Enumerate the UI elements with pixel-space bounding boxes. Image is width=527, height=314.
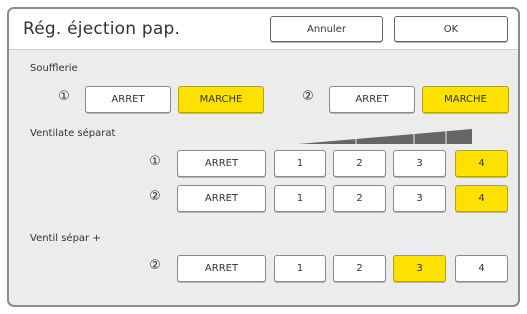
ventilate-row2-level-1-button[interactable]: 1 [274,185,326,212]
ventilate-row1-level-3-button[interactable]: 3 [393,150,446,177]
soufflerie-unit1-off-button[interactable]: ARRET [85,86,171,113]
ventilate-row2-level-2-button[interactable]: 2 [333,185,386,212]
ventil-plus-level-2-button[interactable]: 2 [333,255,386,282]
ventilate-row2-level-4-button[interactable]: 4 [455,185,508,212]
soufflerie-label: Soufflerie [30,63,78,74]
ventil-plus-off-button[interactable]: ARRET [177,255,266,282]
dialog-title: Rég. éjection pap. [23,19,181,39]
ventilate-row1-level-2-button[interactable]: 2 [333,150,386,177]
soufflerie-unit1-on-button[interactable]: MARCHE [178,86,264,113]
ventilate-row1-level-1-button[interactable]: 1 [274,150,326,177]
soufflerie-unit1-marker: ① [58,89,70,104]
ventil-plus-row-marker: ② [149,258,161,273]
ventil-plus-level-4-button[interactable]: 4 [455,255,508,282]
ventilate-row2-marker: ② [149,189,161,204]
soufflerie-unit2-marker: ② [302,89,314,104]
ventilate-row1-marker: ① [149,154,161,169]
ventil-plus-level-3-button[interactable]: 3 [393,255,446,282]
ventilate-label: Ventilate séparat [30,128,116,139]
soufflerie-unit2-off-button[interactable]: ARRET [329,86,415,113]
cancel-button[interactable]: Annuler [270,16,383,42]
ventilate-row1-level-4-button[interactable]: 4 [455,150,508,177]
soufflerie-unit2-on-button[interactable]: MARCHE [422,86,509,113]
ventilate-row2-level-3-button[interactable]: 3 [393,185,446,212]
ventilate-row2-off-button[interactable]: ARRET [177,185,266,212]
ok-button[interactable]: OK [394,16,508,42]
ventil-plus-label: Ventil sépar + [30,233,101,244]
intensity-ramp-icon [298,129,472,144]
ventil-plus-level-1-button[interactable]: 1 [274,255,326,282]
ventilate-row1-off-button[interactable]: ARRET [177,150,266,177]
